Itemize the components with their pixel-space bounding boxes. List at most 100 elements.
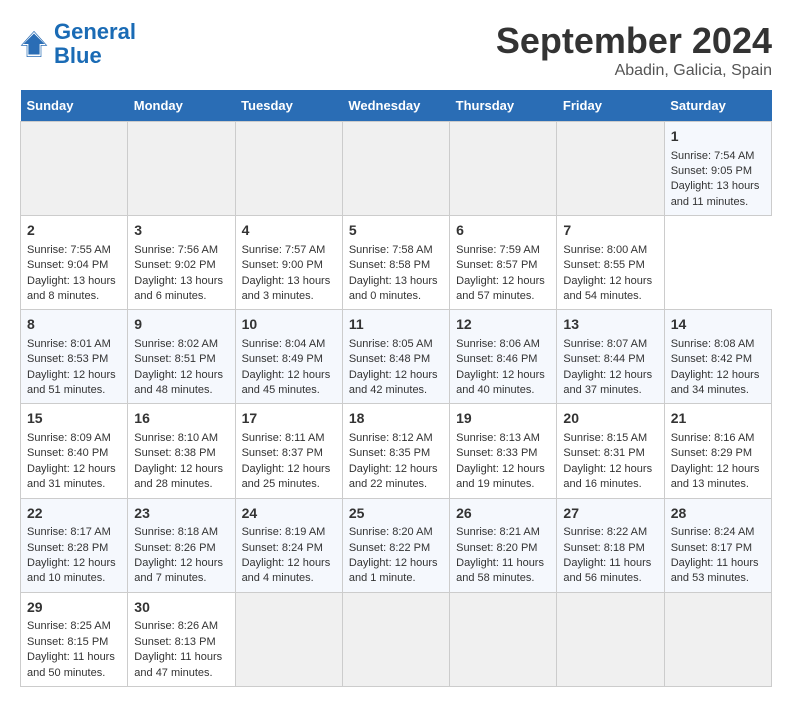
daylight-text: Daylight: 12 hours and 22 minutes. xyxy=(349,463,438,490)
sunrise-text: Sunrise: 8:16 AM xyxy=(671,432,755,444)
sunrise-text: Sunrise: 8:22 AM xyxy=(563,526,647,538)
day-number: 15 xyxy=(27,409,121,429)
sunrise-text: Sunrise: 7:59 AM xyxy=(456,244,540,256)
day-number: 10 xyxy=(242,315,336,335)
sunset-text: Sunset: 8:42 PM xyxy=(671,353,752,365)
table-row: 27Sunrise: 8:22 AMSunset: 8:18 PMDayligh… xyxy=(557,498,664,592)
daylight-text: Daylight: 12 hours and 42 minutes. xyxy=(349,369,438,396)
location-title: Abadin, Galicia, Spain xyxy=(496,62,772,80)
sunset-text: Sunset: 8:46 PM xyxy=(456,353,537,365)
table-row: 5Sunrise: 7:58 AMSunset: 8:58 PMDaylight… xyxy=(342,216,449,310)
sunrise-text: Sunrise: 8:26 AM xyxy=(134,620,218,632)
table-row: 22Sunrise: 8:17 AMSunset: 8:28 PMDayligh… xyxy=(21,498,128,592)
table-row: 3 Sunrise: 7:56 AM Sunset: 9:02 PM Daylight… xyxy=(128,216,235,310)
table-row: 24Sunrise: 8:19 AMSunset: 8:24 PMDayligh… xyxy=(235,498,342,592)
daylight-text: Daylight: 12 hours and 1 minute. xyxy=(349,557,438,584)
table-row xyxy=(235,592,342,686)
daylight-text: Daylight: 12 hours and 54 minutes. xyxy=(563,275,652,302)
table-row xyxy=(235,122,342,216)
table-row: 1Sunrise: 7:54 AMSunset: 9:05 PMDaylight… xyxy=(664,122,771,216)
sunset-text: Sunset: 8:40 PM xyxy=(27,447,108,459)
day-number: 19 xyxy=(456,409,550,429)
sunrise-text: Sunrise: 8:05 AM xyxy=(349,338,433,350)
sunrise-text: Sunrise: 7:55 AM xyxy=(27,244,111,256)
table-row xyxy=(450,122,557,216)
daylight-text: Daylight: 12 hours and 34 minutes. xyxy=(671,369,760,396)
col-tuesday: Tuesday xyxy=(235,90,342,122)
table-row: 17Sunrise: 8:11 AMSunset: 8:37 PMDayligh… xyxy=(235,404,342,498)
sunrise-text: Sunrise: 7:58 AM xyxy=(349,244,433,256)
sunrise-text: Sunrise: 8:04 AM xyxy=(242,338,326,350)
sunrise-text: Sunrise: 8:21 AM xyxy=(456,526,540,538)
sunset-text: Sunset: 8:37 PM xyxy=(242,447,323,459)
day-number: 9 xyxy=(134,315,228,335)
table-row: 12Sunrise: 8:06 AMSunset: 8:46 PMDayligh… xyxy=(450,310,557,404)
sunset-text: Sunset: 8:35 PM xyxy=(349,447,430,459)
page-header: General Blue September 2024 Abadin, Gali… xyxy=(20,20,772,80)
day-number: 2 xyxy=(27,221,121,241)
day-number: 26 xyxy=(456,504,550,524)
table-row: 7Sunrise: 8:00 AMSunset: 8:55 PMDaylight… xyxy=(557,216,664,310)
logo-text: General Blue xyxy=(54,20,136,68)
table-row: 23Sunrise: 8:18 AMSunset: 8:26 PMDayligh… xyxy=(128,498,235,592)
title-block: September 2024 Abadin, Galicia, Spain xyxy=(496,20,772,80)
sunrise-text: Sunrise: 8:02 AM xyxy=(134,338,218,350)
daylight-text: Daylight: 12 hours and 37 minutes. xyxy=(563,369,652,396)
calendar-week-row: 1Sunrise: 7:54 AMSunset: 9:05 PMDaylight… xyxy=(21,122,772,216)
daylight-text: Daylight: 12 hours and 28 minutes. xyxy=(134,463,223,490)
sunset-text: Sunset: 8:28 PM xyxy=(27,542,108,554)
day-number: 27 xyxy=(563,504,657,524)
logo-general: General xyxy=(54,19,136,44)
sunset-text: Sunset: 9:02 PM xyxy=(134,259,215,271)
sunrise-text: Sunrise: 8:25 AM xyxy=(27,620,111,632)
daylight-text: Daylight: 12 hours and 31 minutes. xyxy=(27,463,116,490)
day-number: 13 xyxy=(563,315,657,335)
sunset-text: Sunset: 8:55 PM xyxy=(563,259,644,271)
sunrise-text: Sunrise: 7:56 AM xyxy=(134,244,218,256)
sunset-text: Sunset: 8:44 PM xyxy=(563,353,644,365)
table-row: 13Sunrise: 8:07 AMSunset: 8:44 PMDayligh… xyxy=(557,310,664,404)
table-row: 15Sunrise: 8:09 AMSunset: 8:40 PMDayligh… xyxy=(21,404,128,498)
daylight-text: Daylight: 13 hours and 11 minutes. xyxy=(671,180,760,207)
daylight-text: Daylight: 12 hours and 51 minutes. xyxy=(27,369,116,396)
daylight-text: Daylight: 12 hours and 45 minutes. xyxy=(242,369,331,396)
sunrise-text: Sunrise: 8:18 AM xyxy=(134,526,218,538)
day-number: 4 xyxy=(242,221,336,241)
table-row: 28Sunrise: 8:24 AMSunset: 8:17 PMDayligh… xyxy=(664,498,771,592)
sunset-text: Sunset: 9:05 PM xyxy=(671,165,752,177)
daylight-text: Daylight: 13 hours and 0 minutes. xyxy=(349,275,438,302)
table-row: 29Sunrise: 8:25 AMSunset: 8:15 PMDayligh… xyxy=(21,592,128,686)
sunset-text: Sunset: 9:00 PM xyxy=(242,259,323,271)
day-number: 24 xyxy=(242,504,336,524)
day-number: 23 xyxy=(134,504,228,524)
table-row: 6Sunrise: 7:59 AMSunset: 8:57 PMDaylight… xyxy=(450,216,557,310)
table-row: 2 Sunrise: 7:55 AM Sunset: 9:04 PM Daylight… xyxy=(21,216,128,310)
sunset-text: Sunset: 8:58 PM xyxy=(349,259,430,271)
daylight-text: Daylight: 12 hours and 16 minutes. xyxy=(563,463,652,490)
logo-blue: Blue xyxy=(54,43,102,68)
sunset-text: Sunset: 8:49 PM xyxy=(242,353,323,365)
month-title: September 2024 xyxy=(496,20,772,62)
daylight-text: Daylight: 13 hours and 8 minutes. xyxy=(27,275,116,302)
calendar-week-row: 15Sunrise: 8:09 AMSunset: 8:40 PMDayligh… xyxy=(21,404,772,498)
day-number: 14 xyxy=(671,315,765,335)
day-number: 3 xyxy=(134,221,228,241)
table-row xyxy=(664,592,771,686)
sunrise-text: Sunrise: 8:17 AM xyxy=(27,526,111,538)
sunrise-text: Sunrise: 8:15 AM xyxy=(563,432,647,444)
daylight-text: Daylight: 13 hours and 6 minutes. xyxy=(134,275,223,302)
table-row xyxy=(342,122,449,216)
sunset-text: Sunset: 8:13 PM xyxy=(134,636,215,648)
day-number: 12 xyxy=(456,315,550,335)
sunset-text: Sunset: 9:04 PM xyxy=(27,259,108,271)
sunset-text: Sunset: 8:53 PM xyxy=(27,353,108,365)
table-row: 4Sunrise: 7:57 AMSunset: 9:00 PMDaylight… xyxy=(235,216,342,310)
table-row xyxy=(557,122,664,216)
sunset-text: Sunset: 8:51 PM xyxy=(134,353,215,365)
sunset-text: Sunset: 8:24 PM xyxy=(242,542,323,554)
calendar-week-row: 2 Sunrise: 7:55 AM Sunset: 9:04 PM Daylight… xyxy=(21,216,772,310)
table-row xyxy=(557,592,664,686)
sunrise-text: Sunrise: 7:54 AM xyxy=(671,150,755,162)
sunrise-text: Sunrise: 8:13 AM xyxy=(456,432,540,444)
daylight-text: Daylight: 11 hours and 58 minutes. xyxy=(456,557,544,584)
